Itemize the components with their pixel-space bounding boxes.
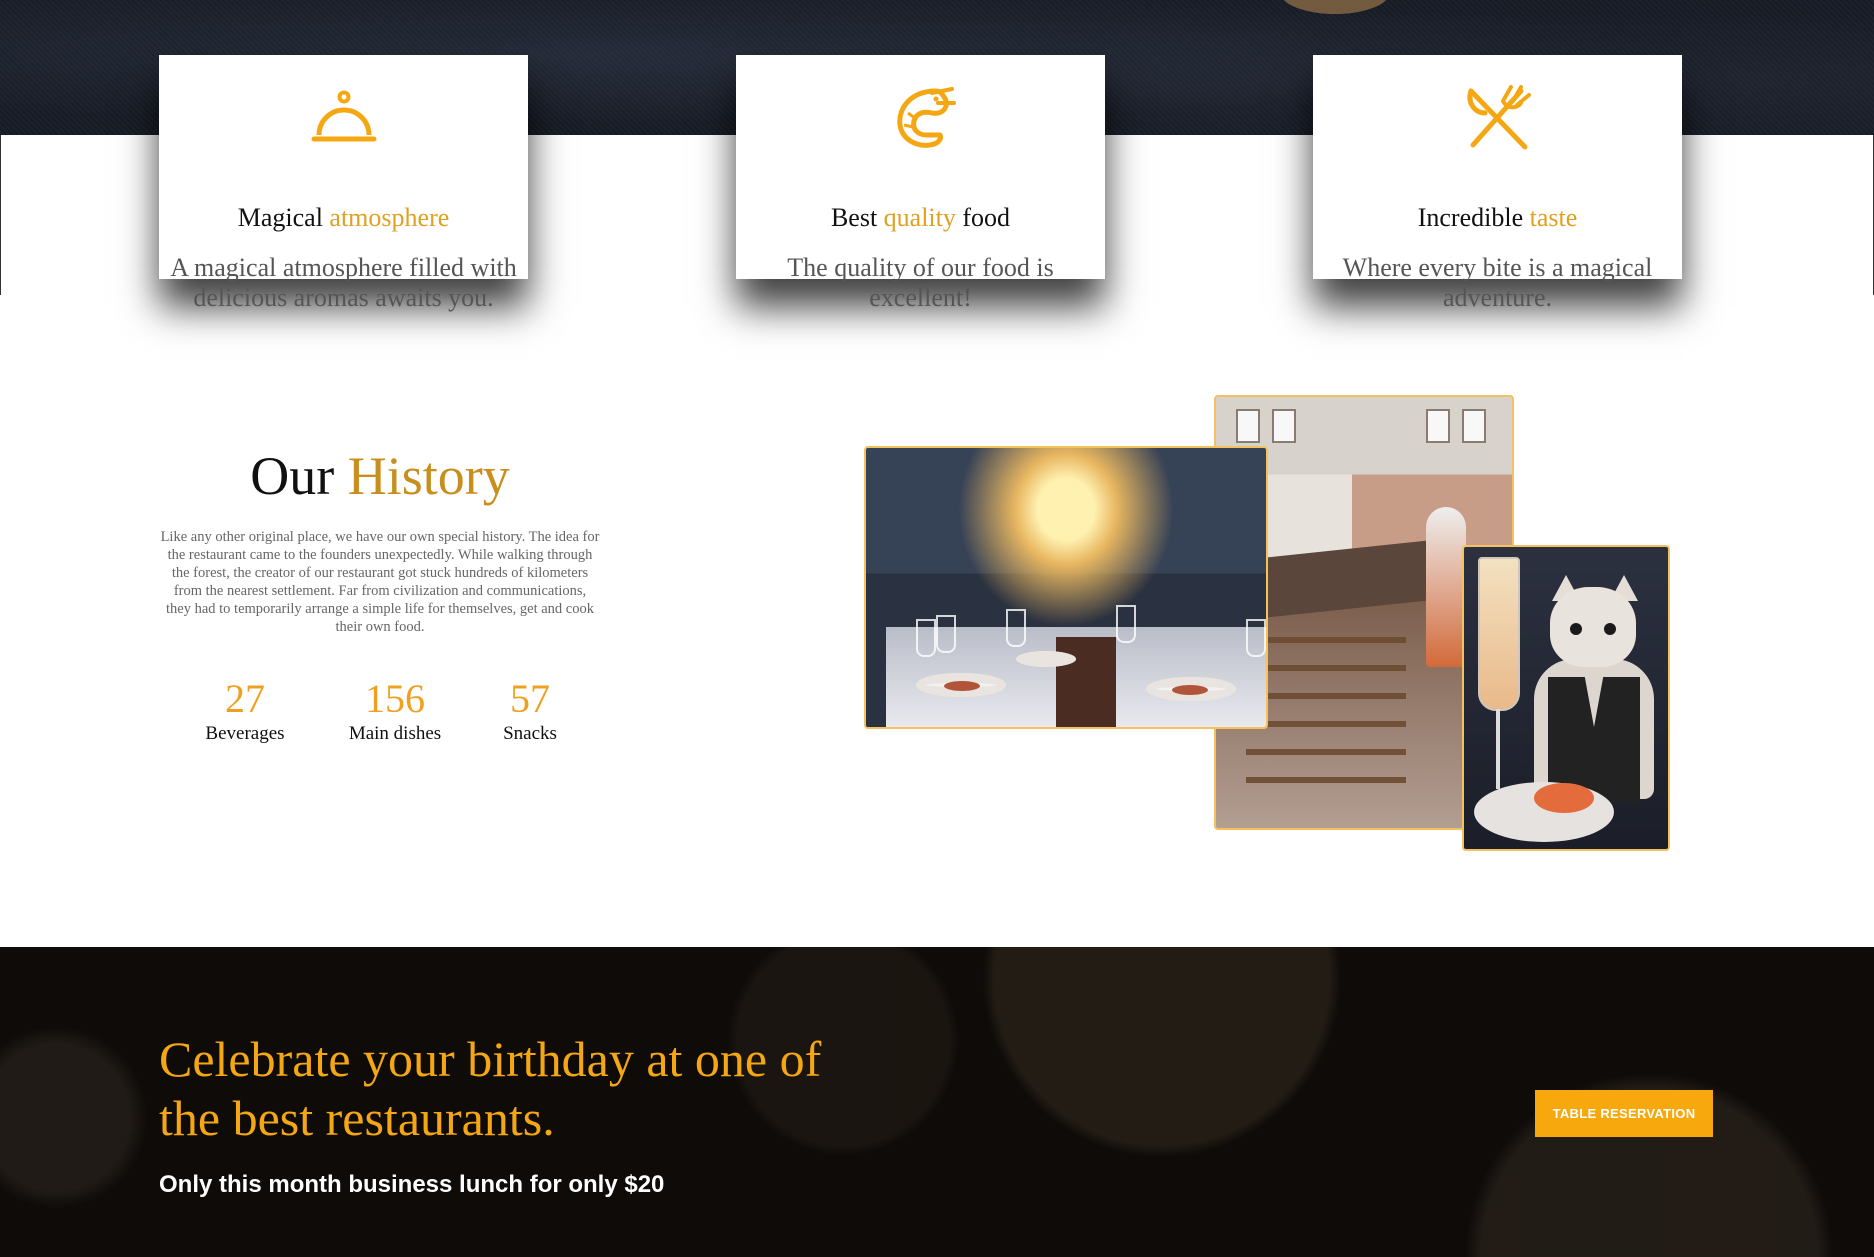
dining-room-photo (864, 446, 1268, 729)
window (1462, 409, 1486, 443)
promo-section: Celebrate your birthday at one of the be… (0, 947, 1874, 1257)
feature-card-atmosphere: Magical atmosphere A magical atmosphere … (159, 55, 528, 312)
window (1426, 409, 1450, 443)
stat-snacks: 57 Snacks (490, 676, 570, 746)
table-reservation-button[interactable]: TABLE RESERVATION (1535, 1090, 1713, 1137)
window (1272, 409, 1296, 443)
feature-card-quality: Best quality food The quality of our foo… (736, 55, 1105, 312)
cafe-tables (1246, 637, 1406, 787)
table-runner (1056, 637, 1116, 727)
wine-glass (936, 615, 956, 653)
cat-with-champagne-photo (1462, 545, 1670, 851)
feature-title: Best quality food (830, 203, 1011, 232)
wine-glass (1006, 609, 1026, 647)
stat-label: Beverages (205, 723, 285, 744)
stat-value: 27 (225, 676, 265, 721)
food (944, 681, 980, 691)
stat-value: 156 (365, 676, 425, 721)
feature-text: The quality of our food is excellent! (787, 253, 1054, 312)
left-edge-line (0, 135, 1, 295)
wine-glass (916, 619, 936, 657)
decor-wood-board (1280, 0, 1390, 14)
feature-title: Incredible taste (1417, 203, 1578, 232)
food (1172, 685, 1208, 695)
umbrella (1426, 507, 1466, 667)
stat-beverages: 27 Beverages (195, 676, 295, 746)
stat-main-dishes: 156 Main dishes (340, 676, 450, 746)
wine-glass (1116, 605, 1136, 643)
wine-glass (1246, 619, 1266, 657)
cat-head (1550, 587, 1636, 667)
history-title: Our History (250, 446, 510, 506)
promo-title: Celebrate your birthday at one of the be… (159, 1031, 822, 1146)
feature-card-taste: Incredible taste Where every bite is a m… (1313, 55, 1682, 312)
plate (1016, 651, 1076, 667)
cloche-icon (311, 90, 376, 142)
salmon (1534, 783, 1594, 813)
feature-text: A magical atmosphere filled with delicio… (170, 253, 517, 312)
stat-label: Snacks (503, 723, 557, 744)
stat-label: Main dishes (348, 723, 442, 744)
history-text: Like any other original place, we have o… (160, 529, 600, 635)
cat-eye (1570, 623, 1582, 635)
champagne-glass (1478, 557, 1520, 711)
stat-value: 57 (510, 676, 550, 721)
promo-subtitle: Only this month business lunch for only … (159, 1171, 665, 1198)
feature-title: Magical atmosphere (237, 203, 450, 232)
glass-stem (1496, 709, 1500, 789)
window (1236, 409, 1260, 443)
shrimp-icon (896, 87, 956, 148)
cat-eye (1604, 623, 1616, 635)
feature-text: Where every bite is a magical adventure. (1342, 253, 1653, 312)
fork-knife-icon (1467, 85, 1531, 150)
